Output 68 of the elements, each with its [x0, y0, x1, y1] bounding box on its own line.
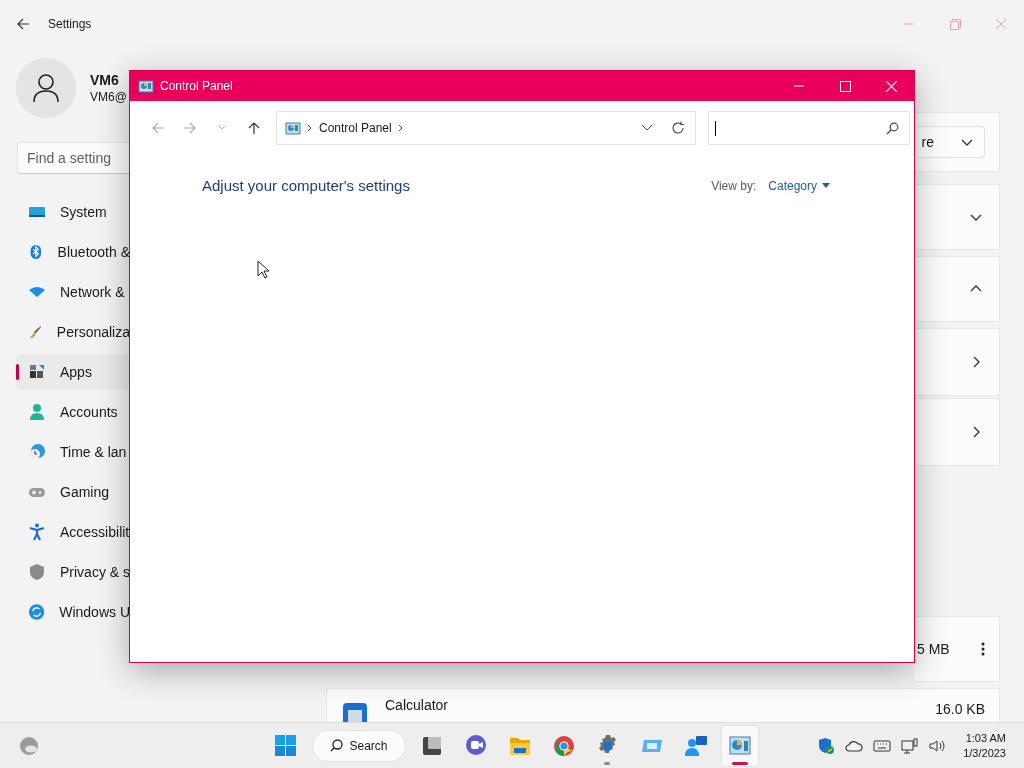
chevron-down-icon: [218, 125, 226, 131]
nav-icon: [28, 403, 46, 421]
windows-logo-icon: [275, 734, 297, 757]
close-icon: [996, 19, 1006, 29]
nav-item[interactable]: Gaming: [16, 474, 130, 510]
nav-icon: [28, 563, 46, 581]
nav-item[interactable]: Network &: [16, 274, 130, 310]
nav-item[interactable]: Time & lan: [16, 434, 130, 470]
control-panel-icon: [138, 78, 154, 94]
nav-icon: [28, 243, 44, 261]
close-icon: [885, 80, 897, 92]
nav-item[interactable]: Personaliza: [16, 314, 130, 350]
nav-item[interactable]: Windows U: [16, 594, 130, 630]
search-field[interactable]: [708, 111, 910, 145]
search-icon[interactable]: [886, 121, 899, 135]
back-icon: [151, 121, 165, 135]
view-by-link[interactable]: Category: [768, 178, 830, 193]
chevron-down-icon[interactable]: [641, 124, 653, 132]
nav-icon: [28, 443, 46, 461]
breadcrumb[interactable]: Control Panel: [319, 121, 392, 135]
window-title: Control Panel: [160, 79, 233, 93]
refresh-icon[interactable]: [671, 121, 685, 135]
clock-date: 1/3/2023: [963, 747, 1006, 759]
clock-time: 1:03 AM: [965, 732, 1006, 744]
nav-item[interactable]: System: [16, 194, 130, 230]
taskbar-app[interactable]: [722, 725, 758, 766]
cloud-icon[interactable]: [845, 738, 864, 753]
restore-icon: [949, 18, 961, 30]
dropdown[interactable]: re: [917, 126, 985, 158]
network-icon[interactable]: [901, 737, 920, 754]
nav-item[interactable]: Accessibilit: [16, 514, 130, 550]
more-icon[interactable]: [981, 642, 985, 656]
browser-icon: [552, 733, 576, 758]
security-icon[interactable]: [817, 736, 836, 755]
nav-item[interactable]: Privacy & s: [16, 554, 130, 590]
nav-item[interactable]: Accounts: [16, 394, 130, 430]
user-name: VM6: [90, 72, 120, 88]
keyboard-icon[interactable]: [873, 738, 892, 753]
video-chat-icon: [464, 733, 488, 758]
chevron-right-icon[interactable]: [397, 124, 404, 132]
chevron-right-icon: [307, 124, 313, 132]
weather-icon[interactable]: [18, 734, 40, 757]
nav-icon: [28, 523, 46, 541]
nav-item[interactable]: Apps: [16, 354, 130, 390]
user-email: VM6@: [90, 90, 127, 104]
nav-icon: [28, 363, 46, 381]
up-icon: [247, 121, 261, 135]
nav-icon: [28, 323, 43, 341]
dropdown-triangle-icon: [822, 183, 830, 188]
search-field[interactable]: Find a setting: [17, 142, 130, 174]
cursor-icon: [257, 260, 270, 279]
search-icon: [330, 739, 344, 752]
page-heading: Adjust your computer's settings: [202, 177, 410, 194]
view-by-label: View by:: [711, 178, 757, 193]
nav-icon: [28, 603, 46, 621]
window-title: Settings: [48, 17, 92, 31]
control-panel-icon: [285, 120, 301, 136]
taskbar-search[interactable]: Search: [312, 729, 406, 762]
maximize-icon: [839, 80, 851, 92]
app-row[interactable]: 5 MB: [914, 616, 1000, 682]
people-chat-icon: [684, 733, 708, 758]
back-icon[interactable]: [16, 17, 30, 31]
address-bar[interactable]: Control Panel: [276, 111, 696, 145]
app-row[interactable]: Calculator 16.0 KB: [326, 688, 1000, 722]
forward-icon: [183, 121, 197, 135]
control-panel-icon: [728, 733, 752, 758]
volume-icon[interactable]: [929, 737, 948, 754]
nav-item[interactable]: Bluetooth &: [16, 234, 130, 270]
